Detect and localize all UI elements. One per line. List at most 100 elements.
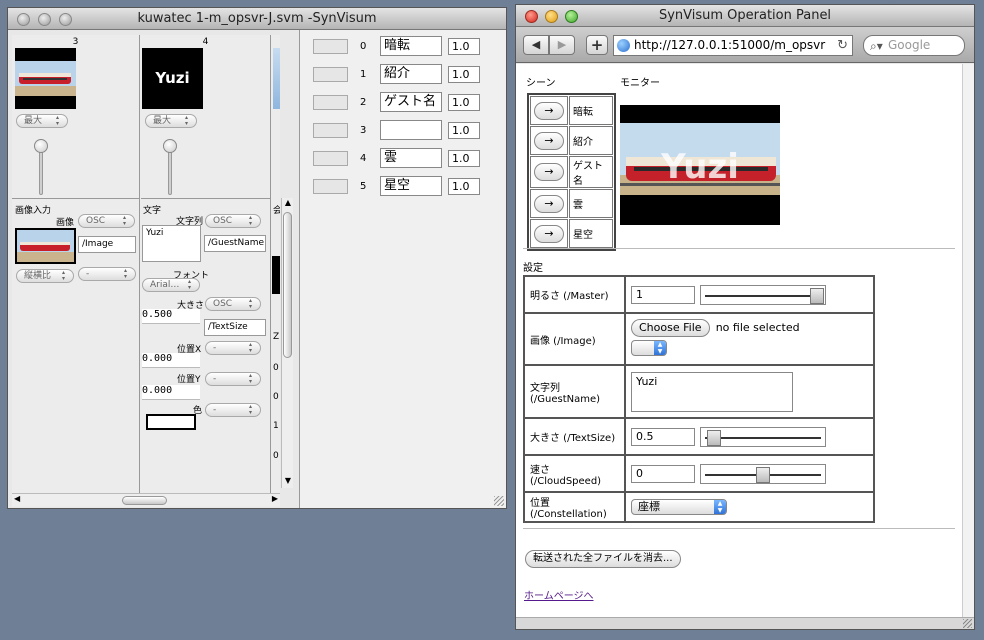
string-address-field[interactable]: /GuestName	[204, 235, 266, 252]
close-window-icon[interactable]	[525, 10, 538, 23]
columns-vscroll-thumb[interactable]	[283, 212, 292, 358]
scroll-down-icon[interactable]: ▼	[282, 476, 294, 488]
minimize-window-icon[interactable]	[38, 13, 51, 26]
size-input[interactable]: 0.5	[631, 427, 695, 446]
scene-go-button[interactable]: →	[534, 224, 564, 243]
scene-name-field[interactable]: 星空	[380, 176, 442, 196]
scene-row: → 星空	[530, 219, 613, 248]
forward-button[interactable]: ▶	[549, 35, 575, 55]
choose-file-button[interactable]: Choose File	[631, 319, 710, 337]
scene-trigger-button[interactable]	[313, 39, 348, 54]
brightness-vslider-knob[interactable]	[163, 139, 177, 153]
scene-go-button[interactable]: →	[534, 101, 564, 120]
scene-value-field[interactable]: 1.0	[448, 178, 480, 195]
columns-hscroll-thumb[interactable]	[122, 496, 167, 505]
close-window-icon[interactable]	[17, 13, 30, 26]
text-thumbnail[interactable]: Yuzi	[142, 48, 203, 109]
speed-slider-knob[interactable]	[756, 466, 770, 483]
aspect-mode-select[interactable]: -	[78, 267, 136, 281]
font-select[interactable]: Arial…	[142, 278, 200, 292]
aspect-select[interactable]: 縦横比	[16, 269, 74, 283]
string-osc-select[interactable]: OSC	[205, 214, 261, 228]
scene-name-field[interactable]	[380, 120, 442, 140]
color-swatch[interactable]	[146, 414, 196, 430]
scene-trigger-button[interactable]	[313, 67, 348, 82]
size-address-field[interactable]: /TextSize	[204, 319, 266, 336]
scene-row[interactable]: 0 暗転 1.0	[300, 35, 506, 59]
scene-value-field[interactable]: 1.0	[448, 150, 480, 167]
main-window-titlebar[interactable]: kuwatec 1-m_opsvr-J.svm -SynVisum	[8, 8, 506, 30]
back-button[interactable]: ◀	[523, 35, 549, 55]
size-slider[interactable]	[700, 426, 826, 447]
brightness-slider-knob[interactable]	[810, 287, 824, 304]
size-slider-knob[interactable]	[707, 429, 722, 446]
resize-grip-icon[interactable]	[494, 496, 504, 506]
scene-name-field[interactable]: 雲	[380, 148, 442, 168]
scene-value-field[interactable]: 1.0	[448, 122, 480, 139]
preset-select[interactable]: 最大	[145, 114, 197, 128]
image-select[interactable]: ▲ ▼	[631, 340, 667, 356]
image-cell: Choose File no file selected ▲ ▼	[624, 312, 875, 366]
zoom-window-icon[interactable]	[59, 13, 72, 26]
clear-files-button[interactable]: 転送された全ファイルを消去...	[525, 550, 681, 568]
size-value-field[interactable]: 0.500	[142, 309, 200, 324]
search-field[interactable]: ⌕▾ Google	[863, 35, 965, 56]
minimize-window-icon[interactable]	[545, 10, 558, 23]
color-mode-select[interactable]: -	[205, 403, 261, 417]
scroll-up-icon[interactable]: ▲	[282, 198, 294, 210]
image-osc-select[interactable]: OSC	[78, 214, 135, 228]
scene-trigger-button[interactable]	[313, 95, 348, 110]
browser-titlebar[interactable]: SynVisum Operation Panel	[516, 5, 974, 27]
add-bookmark-button[interactable]: +	[586, 35, 608, 55]
scene-label: 暗転	[569, 96, 613, 125]
string-value-field[interactable]: Yuzi	[142, 225, 201, 262]
posy-mode-select[interactable]: -	[205, 372, 261, 386]
position-cell: 座標 ▲ ▼	[624, 491, 875, 523]
scene-trigger-button[interactable]	[313, 123, 348, 138]
scene-row[interactable]: 5 星空 1.0	[300, 175, 506, 199]
scene-trigger-button[interactable]	[313, 151, 348, 166]
section-divider	[523, 528, 955, 529]
homepage-link[interactable]: ホームページへ	[524, 591, 594, 602]
scene-row[interactable]: 3 1.0	[300, 119, 506, 143]
guestname-textarea[interactable]: Yuzi	[631, 371, 793, 412]
column-5-image[interactable]	[272, 256, 280, 294]
resize-grip-icon[interactable]	[963, 619, 972, 628]
reload-icon[interactable]: ↻	[837, 36, 848, 55]
scene-row[interactable]: 1 紹介 1.0	[300, 63, 506, 87]
column-5-thumbnail[interactable]	[273, 48, 280, 109]
posx-mode-select[interactable]: -	[205, 341, 261, 355]
scene-trigger-button[interactable]	[313, 179, 348, 194]
preset-select[interactable]: 最大	[16, 114, 68, 128]
page-vscrollbar[interactable]	[962, 64, 974, 617]
brightness-input[interactable]: 1	[631, 285, 695, 304]
scene-name-field[interactable]: 紹介	[380, 64, 442, 84]
image-input-thumbnail[interactable]	[15, 228, 76, 264]
brightness-slider[interactable]	[700, 284, 826, 305]
scene-value-field[interactable]: 1.0	[448, 38, 480, 55]
scroll-right-icon[interactable]: ▶	[272, 494, 278, 503]
scene-row[interactable]: 4 雲 1.0	[300, 147, 506, 171]
speed-slider[interactable]	[700, 463, 826, 484]
scene-go-button[interactable]: →	[534, 131, 564, 150]
scene-go-button[interactable]: →	[534, 163, 564, 181]
posy-value-field[interactable]: 0.000	[142, 385, 200, 400]
posx-value-field[interactable]: 0.000	[142, 353, 200, 368]
image-thumbnail[interactable]	[15, 48, 76, 109]
constellation-select[interactable]: 座標 ▲ ▼	[631, 499, 727, 515]
scroll-left-icon[interactable]: ◀	[14, 494, 20, 503]
columns-hscrollbar[interactable]: ◀ ▶	[12, 493, 280, 506]
brightness-vslider-knob[interactable]	[34, 139, 48, 153]
scene-row[interactable]: 2 ゲスト名 1.0	[300, 91, 506, 115]
columns-vscrollbar[interactable]: ▲ ▼	[281, 198, 293, 488]
scene-value-field[interactable]: 1.0	[448, 66, 480, 83]
image-address-field[interactable]: /Image	[78, 236, 136, 253]
scene-go-button[interactable]: →	[534, 194, 564, 213]
speed-input[interactable]: 0	[631, 464, 695, 483]
zoom-window-icon[interactable]	[565, 10, 578, 23]
size-osc-select[interactable]: OSC	[205, 297, 261, 311]
scene-value-field[interactable]: 1.0	[448, 94, 480, 111]
scene-name-field[interactable]: 暗転	[380, 36, 442, 56]
scene-name-field[interactable]: ゲスト名	[380, 92, 442, 112]
address-bar[interactable]: http://127.0.0.1:51000/m_opsvr ↻	[613, 35, 853, 56]
